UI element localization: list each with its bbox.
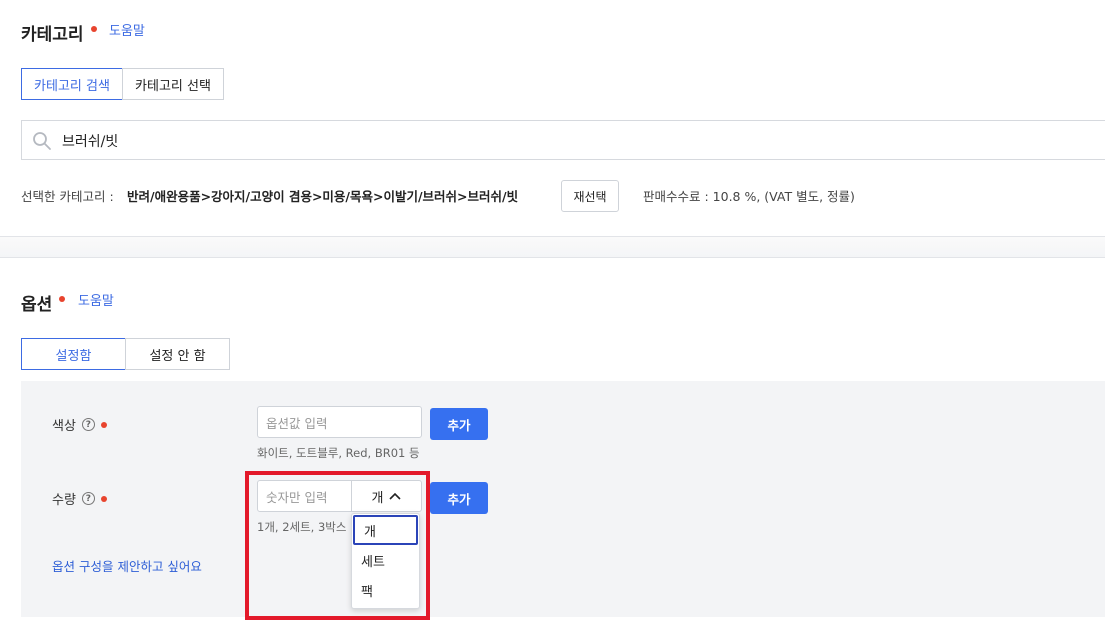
- options-title: 옵션: [21, 295, 53, 315]
- required-dot: [91, 26, 97, 32]
- tab-category-select[interactable]: 카테고리 선택: [122, 68, 224, 100]
- option-quantity-label-text: 수량: [52, 493, 76, 508]
- commission-fee-text: 판매수수료 : 10.8 %, (VAT 별도, 정률): [643, 189, 855, 204]
- selected-category-label: 선택한 카테고리 :: [21, 189, 114, 204]
- required-dot: [59, 296, 65, 302]
- option-color-label: 색상 ?: [52, 415, 107, 434]
- option-settings-panel: [21, 381, 1105, 617]
- add-color-button[interactable]: 추가: [430, 408, 488, 440]
- help-circle-icon[interactable]: ?: [81, 492, 95, 505]
- option-color-input[interactable]: 옵션값 입력: [257, 406, 422, 438]
- color-hint: 화이트, 도트블루, Red, BR01 등: [257, 446, 420, 460]
- options-help-link[interactable]: 도움말: [78, 290, 114, 309]
- reselect-button[interactable]: 재선택: [561, 180, 619, 212]
- suggest-option-link[interactable]: 옵션 구성을 제안하고 싶어요: [52, 556, 202, 575]
- option-quantity-label: 수량 ?: [52, 489, 107, 508]
- tab-category-search[interactable]: 카테고리 검색: [21, 68, 123, 100]
- category-search-field[interactable]: 브러쉬/빗: [21, 120, 1105, 160]
- tab-options-on[interactable]: 설정함: [21, 338, 126, 370]
- required-dot: [100, 495, 107, 502]
- help-circle-icon[interactable]: ?: [81, 418, 95, 431]
- category-search-value: 브러쉬/빗: [62, 134, 119, 150]
- option-color-label-text: 색상: [52, 419, 76, 434]
- selected-category-path: 반려/애완용품>강아지/고양이 겸용>미용/목욕>이발기/브러쉬>브러쉬/빗: [127, 189, 519, 204]
- search-icon: [33, 132, 51, 150]
- section-divider: [0, 257, 1105, 258]
- section-gap: [0, 237, 1105, 257]
- add-quantity-button[interactable]: 추가: [430, 482, 488, 514]
- highlight-box: [245, 471, 430, 620]
- category-title: 카테고리: [21, 25, 84, 45]
- required-dot: [100, 421, 107, 428]
- category-help-link[interactable]: 도움말: [109, 20, 145, 39]
- tab-options-off[interactable]: 설정 안 함: [125, 338, 230, 370]
